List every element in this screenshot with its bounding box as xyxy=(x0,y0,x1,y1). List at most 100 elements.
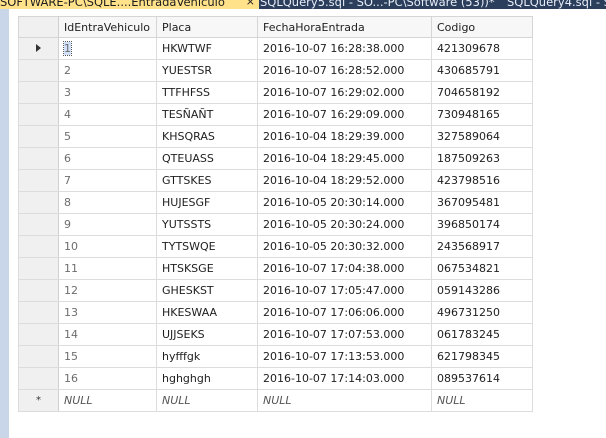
table-row[interactable]: 13 HKESWAA 2016-10-07 17:06:06.000 49673125… xyxy=(18,301,533,324)
tab-sqlquery4[interactable]: SQLQuery4.sql - SOFT xyxy=(503,0,606,9)
row-selector[interactable] xyxy=(18,37,59,60)
row-selector[interactable] xyxy=(18,81,59,104)
cell[interactable]: KHSQRAS xyxy=(156,125,258,148)
column-header[interactable]: FechaHoraEntrada xyxy=(257,16,432,38)
cell[interactable]: HUJESGF xyxy=(156,191,258,214)
cell[interactable]: 2016-10-04 18:29:52.000 xyxy=(257,169,432,192)
cell[interactable]: 2016-10-07 17:14:03.000 xyxy=(257,367,432,390)
cell[interactable]: HTSKSGE xyxy=(156,257,258,280)
table-row[interactable]: 6 QTEUASS 2016-10-04 18:29:45.000 187509263 xyxy=(18,147,533,170)
cell[interactable]: 6 xyxy=(58,147,157,170)
cell[interactable]: 2016-10-07 17:04:38.000 xyxy=(257,257,432,280)
cell[interactable]: 327589064 xyxy=(431,125,533,148)
cell[interactable]: 2016-10-07 16:28:38.000 xyxy=(257,37,432,60)
cell[interactable]: HKESWAA xyxy=(156,301,258,324)
cell[interactable]: 2016-10-04 18:29:39.000 xyxy=(257,125,432,148)
cell[interactable]: 2016-10-05 20:30:14.000 xyxy=(257,191,432,214)
row-selector[interactable] xyxy=(18,367,59,390)
cell[interactable]: 430685791 xyxy=(431,59,533,82)
cell[interactable]: 2016-10-07 17:06:06.000 xyxy=(257,301,432,324)
cell[interactable]: 187509263 xyxy=(431,147,533,170)
cell[interactable]: 089537614 xyxy=(431,367,533,390)
null-cell[interactable]: NULL xyxy=(156,389,258,412)
cell[interactable]: 704658192 xyxy=(431,81,533,104)
cell[interactable]: 2016-10-07 16:28:52.000 xyxy=(257,59,432,82)
table-row[interactable]: 10 TYTSWQE 2016-10-05 20:30:32.000 24356891… xyxy=(18,235,533,258)
table-row[interactable]: 15 hyfffgk 2016-10-07 17:13:53.000 62179834… xyxy=(18,345,533,368)
cell[interactable]: 067534821 xyxy=(431,257,533,280)
cell[interactable]: 396850174 xyxy=(431,213,533,236)
row-selector[interactable] xyxy=(18,345,59,368)
table-row[interactable]: 9 YUTSSTS 2016-10-05 20:30:24.000 396850174 xyxy=(18,213,533,236)
cell[interactable]: 16 xyxy=(58,367,157,390)
cell[interactable]: YUESTSR xyxy=(156,59,258,82)
cell[interactable]: 10 xyxy=(58,235,157,258)
table-row[interactable]: 5 KHSQRAS 2016-10-04 18:29:39.000 327589064 xyxy=(18,125,533,148)
cell[interactable]: 2016-10-04 18:29:45.000 xyxy=(257,147,432,170)
tab-sqlquery5[interactable]: SQLQuery5.sql - SO...-PC\Software (53))* xyxy=(256,0,499,9)
tab-entrada-vehiculo[interactable]: SOFTWARE-PC\SQLE....EntradaVehiculo × xyxy=(0,0,259,9)
cell[interactable]: TTFHFSS xyxy=(156,81,258,104)
new-row-marker[interactable]: * xyxy=(18,389,59,412)
cell[interactable]: 2016-10-07 17:13:53.000 xyxy=(257,345,432,368)
cell[interactable]: 423798516 xyxy=(431,169,533,192)
cell[interactable]: GTTSKES xyxy=(156,169,258,192)
cell[interactable]: 2016-10-05 20:30:24.000 xyxy=(257,213,432,236)
cell[interactable]: GHESKST xyxy=(156,279,258,302)
cell[interactable]: 9 xyxy=(58,213,157,236)
table-row[interactable]: 4 TESÑAÑT 2016-10-07 16:29:09.000 730948165 xyxy=(18,103,533,126)
cell[interactable]: 421309678 xyxy=(431,37,533,60)
cell[interactable]: 367095481 xyxy=(431,191,533,214)
cell[interactable]: 061783245 xyxy=(431,323,533,346)
row-selector[interactable] xyxy=(18,169,59,192)
cell[interactable]: hyfffgk xyxy=(156,345,258,368)
corner-cell[interactable] xyxy=(18,16,59,38)
cell[interactable]: 2016-10-07 17:05:47.000 xyxy=(257,279,432,302)
cell[interactable]: 2016-10-07 16:29:09.000 xyxy=(257,103,432,126)
cell[interactable]: 12 xyxy=(58,279,157,302)
cell[interactable]: 5 xyxy=(58,125,157,148)
table-row[interactable]: 1 HKWTWF 2016-10-07 16:28:38.000 421309678 xyxy=(18,37,533,60)
column-header[interactable]: Codigo xyxy=(431,16,533,38)
table-row[interactable]: 12 GHESKST 2016-10-07 17:05:47.000 05914328… xyxy=(18,279,533,302)
cell[interactable]: 2016-10-05 20:30:32.000 xyxy=(257,235,432,258)
cell[interactable]: 11 xyxy=(58,257,157,280)
cell[interactable]: 2016-10-07 16:29:02.000 xyxy=(257,81,432,104)
cell[interactable]: TYTSWQE xyxy=(156,235,258,258)
row-selector[interactable] xyxy=(18,103,59,126)
cell[interactable]: 13 xyxy=(58,301,157,324)
column-header[interactable]: Placa xyxy=(156,16,258,38)
table-row[interactable]: 11 HTSKSGE 2016-10-07 17:04:38.000 06753482… xyxy=(18,257,533,280)
row-selector[interactable] xyxy=(18,191,59,214)
row-selector[interactable] xyxy=(18,301,59,324)
column-header[interactable]: IdEntraVehiculo xyxy=(58,16,157,38)
cell[interactable]: 3 xyxy=(58,81,157,104)
cell[interactable]: 243568917 xyxy=(431,235,533,258)
row-selector[interactable] xyxy=(18,125,59,148)
cell[interactable]: UJJSEKS xyxy=(156,323,258,346)
table-row[interactable]: 8 HUJESGF 2016-10-05 20:30:14.000 367095481 xyxy=(18,191,533,214)
cell[interactable]: 1 xyxy=(58,37,157,60)
cell[interactable]: HKWTWF xyxy=(156,37,258,60)
cell[interactable]: 496731250 xyxy=(431,301,533,324)
table-row[interactable]: 14 UJJSEKS 2016-10-07 17:07:53.000 06178324… xyxy=(18,323,533,346)
table-row[interactable]: 16 hghghgh 2016-10-07 17:14:03.000 08953761… xyxy=(18,367,533,390)
results-grid[interactable]: IdEntraVehiculo Placa FechaHoraEntrada C… xyxy=(18,16,533,412)
row-selector[interactable] xyxy=(18,257,59,280)
cell[interactable]: 4 xyxy=(58,103,157,126)
cell[interactable]: 7 xyxy=(58,169,157,192)
cell[interactable]: 2 xyxy=(58,59,157,82)
cell[interactable]: YUTSSTS xyxy=(156,213,258,236)
cell[interactable]: 8 xyxy=(58,191,157,214)
close-icon[interactable]: × xyxy=(246,0,255,9)
cell[interactable]: 730948165 xyxy=(431,103,533,126)
cell[interactable]: 059143286 xyxy=(431,279,533,302)
row-selector[interactable] xyxy=(18,59,59,82)
cell[interactable]: QTEUASS xyxy=(156,147,258,170)
new-row[interactable]: * NULL NULL NULL NULL xyxy=(18,389,533,412)
cell[interactable]: 2016-10-07 17:07:53.000 xyxy=(257,323,432,346)
cell[interactable]: TESÑAÑT xyxy=(156,103,258,126)
cell[interactable]: hghghgh xyxy=(156,367,258,390)
row-selector[interactable] xyxy=(18,235,59,258)
table-row[interactable]: 3 TTFHFSS 2016-10-07 16:29:02.000 704658192 xyxy=(18,81,533,104)
